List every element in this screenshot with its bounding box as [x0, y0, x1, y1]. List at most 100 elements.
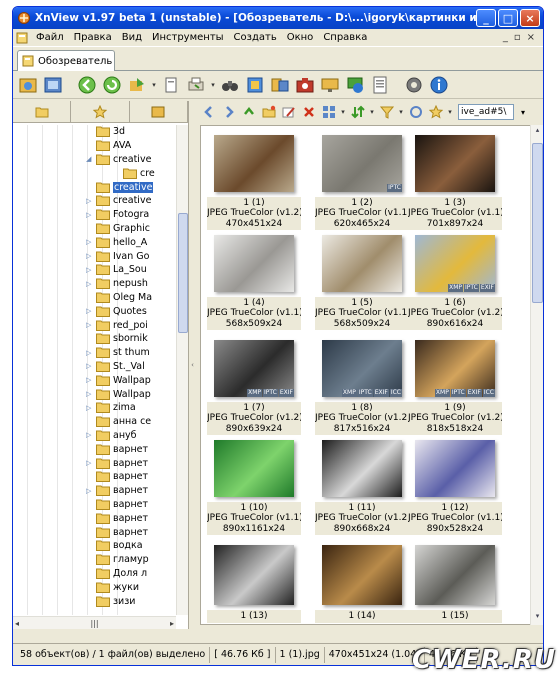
pane-splitter[interactable]: ‹: [189, 101, 196, 629]
tree-item[interactable]: ▷ zima: [86, 401, 153, 415]
copy-icon[interactable]: [160, 74, 182, 96]
collapsed-arrow-icon[interactable]: ▷: [86, 197, 94, 205]
tree-item[interactable]: ▷ Wallpap: [86, 373, 153, 387]
collapsed-arrow-icon[interactable]: ▷: [86, 390, 94, 398]
menu-create[interactable]: Создать: [229, 32, 282, 43]
thumbnail-item[interactable]: 1 (1) JPEG TrueColor (v1.2) 470x451x24: [207, 132, 301, 230]
folders-tab[interactable]: [13, 101, 72, 122]
close-button[interactable]: ×: [520, 9, 540, 27]
thumbnail-image[interactable]: [415, 135, 495, 192]
tree-item[interactable]: варнет: [86, 525, 153, 539]
thumbnail-item[interactable]: 1 (15): [408, 542, 502, 624]
menu-window[interactable]: Окно: [282, 32, 319, 43]
scroll-right-icon[interactable]: ▸: [170, 619, 174, 628]
slideshow-icon[interactable]: [244, 74, 266, 96]
tree-item[interactable]: AVA: [86, 139, 153, 153]
menu-tools[interactable]: Инструменты: [147, 32, 229, 43]
nav-forward-icon[interactable]: [220, 103, 237, 121]
tree-item[interactable]: ▷ La_Sou: [86, 263, 153, 277]
delete-icon[interactable]: [300, 103, 317, 121]
thumbnail-item[interactable]: 1 (13): [207, 542, 301, 624]
view-mode-dropdown-icon[interactable]: ▾: [340, 108, 346, 116]
thumbnail-item[interactable]: 1 (10) JPEG TrueColor (v1.1) 890x1161x24: [207, 437, 301, 535]
filter-dropdown-icon[interactable]: ▾: [398, 108, 404, 116]
tree-scroll-thumb[interactable]: [178, 213, 188, 333]
help-icon[interactable]: [428, 74, 450, 96]
tree-horizontal-scrollbar[interactable]: ◂ ||| ▸: [13, 616, 176, 629]
thumbnail-image[interactable]: [214, 235, 294, 292]
favorite-star-icon[interactable]: [427, 103, 444, 121]
thumbnail-image[interactable]: [322, 440, 402, 497]
new-folder-icon[interactable]: [260, 103, 277, 121]
path-filter-dropdown-icon[interactable]: ▾: [517, 108, 529, 117]
thumbnail-image[interactable]: XMP IPTC EXIF ICC: [322, 340, 402, 397]
convert-icon[interactable]: [126, 74, 148, 96]
tree-item[interactable]: ◢ creative: [86, 153, 153, 167]
collapsed-arrow-icon[interactable]: ▷: [86, 487, 94, 495]
menu-help[interactable]: Справка: [318, 32, 372, 43]
collapsed-arrow-icon[interactable]: ▷: [86, 252, 94, 260]
thumbnail-image[interactable]: [415, 440, 495, 497]
child-minimize-button[interactable]: _: [503, 32, 508, 43]
back-icon[interactable]: [76, 74, 98, 96]
thumbnail-item[interactable]: 1 (14): [315, 542, 409, 624]
thumbnail-image[interactable]: [214, 135, 294, 192]
collapsed-arrow-icon[interactable]: ▷: [86, 431, 94, 439]
tree-item[interactable]: варнет: [86, 442, 153, 456]
thumbnail-image[interactable]: XMP IPTC EXIF: [214, 340, 294, 397]
thumbs-vertical-scrollbar[interactable]: ▴ ▾: [530, 125, 543, 625]
tree-item[interactable]: варнет: [86, 511, 153, 525]
tree-item[interactable]: ▷ Ivan Go: [86, 249, 153, 263]
collapsed-arrow-icon[interactable]: ▷: [86, 238, 94, 246]
thumbnail-image[interactable]: [214, 440, 294, 497]
categories-tab[interactable]: [130, 101, 188, 122]
sync-icon[interactable]: [407, 103, 424, 121]
tab-browser[interactable]: Обозреватель: [17, 50, 115, 71]
thumbnail-image[interactable]: [214, 545, 294, 605]
tree-item[interactable]: cre: [113, 166, 176, 180]
thumbnail-item[interactable]: 1 (12) JPEG TrueColor (v1.1) 890x528x24: [408, 437, 502, 535]
fullscreen-icon[interactable]: [42, 74, 64, 96]
info-panel-icon[interactable]: [369, 74, 391, 96]
tree-item[interactable]: ▷ creative: [86, 194, 153, 208]
child-close-button[interactable]: ×: [527, 32, 535, 43]
thumbnail-image[interactable]: IPTC: [322, 135, 402, 192]
collapsed-arrow-icon[interactable]: ▷: [86, 211, 94, 219]
tree-item[interactable]: Oleg Ma: [86, 291, 153, 305]
collapsed-arrow-icon[interactable]: ▷: [86, 459, 94, 467]
tree-item[interactable]: ▷ red_poi: [86, 318, 153, 332]
nav-back-icon[interactable]: [200, 103, 217, 121]
collapsed-arrow-icon[interactable]: ▷: [86, 266, 94, 274]
tree-item[interactable]: ▷ Fotogra: [86, 208, 153, 222]
document-window-icon[interactable]: [15, 31, 29, 45]
tree-item[interactable]: ▷ Wallpap: [86, 387, 153, 401]
thumbnail-image[interactable]: XMP IPTC EXIF ICC: [415, 340, 495, 397]
minimize-button[interactable]: _: [476, 9, 496, 27]
collapsed-arrow-icon[interactable]: ▷: [86, 307, 94, 315]
thumbs-scroll-thumb[interactable]: [532, 143, 543, 303]
collapsed-arrow-icon[interactable]: ▷: [86, 376, 94, 384]
tree-item[interactable]: ▷ hello_A: [86, 235, 153, 249]
expanded-arrow-icon[interactable]: ◢: [86, 155, 94, 163]
tree-item[interactable]: варнет: [86, 470, 153, 484]
tree-item[interactable]: зизи: [86, 594, 153, 608]
collapsed-arrow-icon[interactable]: ▷: [86, 321, 94, 329]
thumbnail-image[interactable]: [322, 545, 402, 605]
tree-item[interactable]: ▷ варнет: [86, 484, 153, 498]
path-filter-input[interactable]: ive_ad#5\: [458, 104, 514, 120]
rename-icon[interactable]: [280, 103, 297, 121]
tree-item[interactable]: варнет: [86, 498, 153, 512]
scroll-left-icon[interactable]: ◂: [15, 619, 19, 628]
collapsed-arrow-icon[interactable]: ▷: [86, 404, 94, 412]
refresh-icon[interactable]: [101, 74, 123, 96]
tree-item[interactable]: Graphic: [86, 222, 153, 236]
thumbnail-item[interactable]: 1 (11) JPEG TrueColor (v1.2) 890x668x24: [315, 437, 409, 535]
collapsed-arrow-icon[interactable]: ▷: [86, 280, 94, 288]
thumbnail-item[interactable]: XMP IPTC EXIF 1 (7) JPEG TrueColor (v1.2) 890…: [207, 337, 301, 435]
favorites-tab[interactable]: [71, 101, 130, 122]
tree-item[interactable]: Доля л: [86, 567, 153, 581]
compare-icon[interactable]: [269, 74, 291, 96]
child-restore-button[interactable]: ▫: [514, 32, 521, 43]
convert-dropdown-icon[interactable]: ▾: [151, 81, 157, 89]
thumbnail-item[interactable]: 1 (3) JPEG TrueColor (v1.1) 701x897x24: [408, 132, 502, 230]
